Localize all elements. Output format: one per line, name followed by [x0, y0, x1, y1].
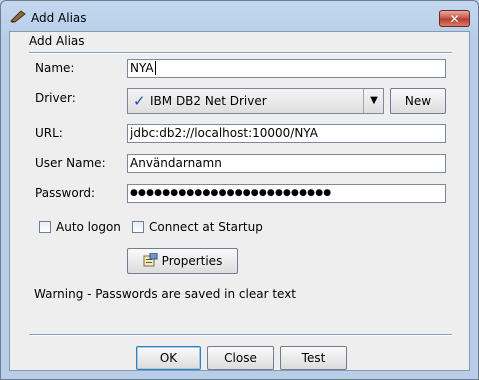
window-title: Add Alias — [31, 11, 87, 25]
connect-at-startup-label[interactable]: Connect at Startup — [149, 220, 263, 234]
driver-selected-value: IBM DB2 Net Driver — [150, 94, 267, 108]
auto-logon-label[interactable]: Auto logon — [56, 220, 121, 234]
warning-text: Warning - Passwords are saved in clear t… — [34, 287, 297, 301]
close-button[interactable]: Close — [207, 346, 274, 370]
pencil-icon — [10, 10, 26, 23]
properties-icon — [143, 253, 158, 267]
test-button[interactable]: Test — [280, 346, 347, 370]
password-label: Password: — [35, 186, 96, 200]
ok-button[interactable]: OK — [136, 346, 201, 370]
checkmark-icon: ✓ — [133, 92, 146, 110]
chevron-down-icon[interactable]: ▼ — [363, 89, 384, 113]
name-field[interactable]: NYA — [127, 59, 446, 78]
dialog-body: Add Alias Name: NYA Driver: ✓ IBM DB2 Ne… — [9, 31, 470, 371]
url-field[interactable]: jdbc:db2://localhost:10000/NYA — [127, 124, 446, 143]
user-name-label: User Name: — [35, 156, 106, 170]
properties-label: Properties — [161, 254, 223, 268]
url-label: URL: — [35, 126, 63, 140]
auto-logon-checkbox[interactable] — [39, 221, 51, 233]
new-driver-button[interactable]: New — [390, 88, 446, 114]
divider-top — [29, 52, 452, 54]
driver-label: Driver: — [35, 91, 76, 105]
name-label: Name: — [35, 61, 75, 75]
properties-button[interactable]: Properties — [127, 248, 238, 274]
window-close-button[interactable]: ✕ — [439, 10, 470, 27]
connect-at-startup-checkbox[interactable] — [132, 221, 144, 233]
close-icon: ✕ — [449, 12, 460, 26]
title-bar[interactable]: Add Alias ✕ — [1, 1, 478, 31]
driver-select[interactable]: ✓ IBM DB2 Net Driver ▼ — [127, 88, 384, 114]
divider-bottom — [29, 334, 452, 336]
user-name-field[interactable]: Användarnamn — [127, 154, 446, 173]
group-title: Add Alias — [29, 34, 85, 48]
password-field[interactable]: ●●●●●●●●●●●●●●●●●●●●●●●●● — [127, 184, 446, 203]
add-alias-dialog: Add Alias ✕ Add Alias Name: NYA Driver: … — [0, 0, 479, 380]
